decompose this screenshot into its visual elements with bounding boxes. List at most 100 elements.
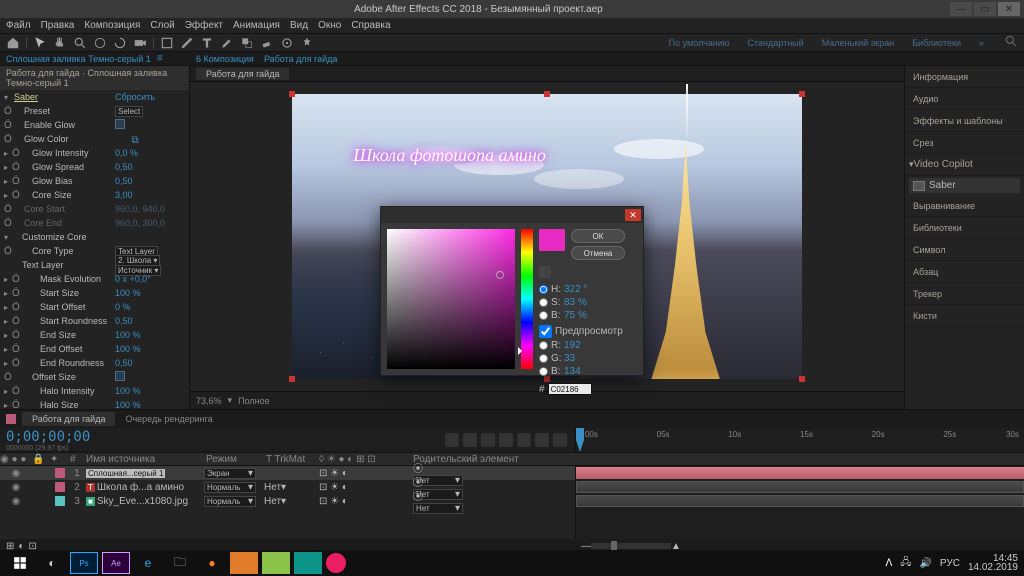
selection-tool-icon[interactable] <box>33 36 47 50</box>
end-offset-value[interactable]: 100 % <box>115 344 185 354</box>
zoom-tool-icon[interactable] <box>73 36 87 50</box>
task-orange-icon[interactable] <box>230 552 258 574</box>
track-bar[interactable] <box>576 495 1024 507</box>
shape-tool-icon[interactable] <box>160 36 174 50</box>
tray-lang[interactable]: РУС <box>940 558 960 569</box>
timeline-tab-renderqueue[interactable]: Очередь рендеринга <box>115 412 222 426</box>
task-pink-icon[interactable] <box>326 553 346 573</box>
transform-handle[interactable] <box>799 376 805 382</box>
menu-window[interactable]: Окно <box>318 20 341 31</box>
tl-shy-icon[interactable] <box>463 433 477 447</box>
track-bar[interactable] <box>576 467 1024 479</box>
menu-help[interactable]: Справка <box>351 20 390 31</box>
hue-slider[interactable] <box>521 229 533 369</box>
col-trkmat[interactable]: T TrkMat <box>264 454 319 465</box>
end-roundness-value[interactable]: 0,50 <box>115 358 185 368</box>
layer-color-tag[interactable] <box>55 468 65 478</box>
halo-size-value[interactable]: 100 % <box>115 400 185 409</box>
fx-reset-link[interactable]: Сбросить <box>115 92 185 102</box>
s-radio[interactable] <box>539 298 548 307</box>
roto-tool-icon[interactable] <box>280 36 294 50</box>
layer-name[interactable]: Сплошная...серый 1 <box>84 468 204 479</box>
panel-para[interactable]: Абзац <box>905 261 1024 283</box>
eyedropper-icon[interactable]: ⧉ <box>132 135 139 146</box>
layer-switches[interactable]: ⊡ ☀ ◐ <box>319 496 409 507</box>
blend-mode-select[interactable]: Нормаль▾ <box>204 482 256 493</box>
transform-handle[interactable] <box>799 91 805 97</box>
r-radio[interactable] <box>539 341 548 350</box>
steam-icon[interactable]: ◐ <box>38 552 66 574</box>
video-copilot-group[interactable]: ▾ Video Copilot <box>905 154 1024 176</box>
start-offset-value[interactable]: 0 % <box>115 302 185 312</box>
offset-size-checkbox[interactable] <box>115 371 125 381</box>
hex-input[interactable] <box>548 383 592 395</box>
panel-info[interactable]: Информация <box>905 66 1024 88</box>
transform-handle[interactable] <box>289 376 295 382</box>
bch-value[interactable]: 134 <box>564 366 581 377</box>
current-time-indicator[interactable] <box>576 428 584 452</box>
dialog-close-button[interactable]: ✕ <box>625 209 641 221</box>
blend-mode-select[interactable]: Экран▾ <box>204 468 256 479</box>
trkmat-select[interactable]: Нет▾ <box>264 482 286 493</box>
window-min-button[interactable]: — <box>950 2 972 16</box>
pen-tool-icon[interactable] <box>180 36 194 50</box>
visibility-toggle[interactable]: ◉ <box>0 468 32 479</box>
tl-framerate-icon[interactable] <box>481 433 495 447</box>
viewer-breadcrumb-tab[interactable]: Работа для гайда <box>196 68 289 80</box>
home-icon[interactable] <box>6 36 20 50</box>
viewer-comp-name[interactable]: Работа для гайда <box>264 54 337 64</box>
workspace-small[interactable]: Маленький экран <box>822 38 895 48</box>
orbit-tool-icon[interactable] <box>93 36 107 50</box>
menu-file[interactable]: Файл <box>6 20 31 31</box>
menu-effect[interactable]: Эффект <box>185 20 223 31</box>
s-value[interactable]: 83 % <box>564 297 587 308</box>
window-max-button[interactable]: ▭ <box>974 2 996 16</box>
color-indicator[interactable] <box>496 271 504 279</box>
preset-select[interactable]: Select <box>115 106 143 117</box>
b-radio[interactable] <box>539 311 548 320</box>
menu-edit[interactable]: Правка <box>41 20 75 31</box>
enable-glow-checkbox[interactable] <box>115 119 125 129</box>
h-value[interactable]: 322 ° <box>564 284 587 295</box>
color-field[interactable] <box>387 229 515 369</box>
transform-handle[interactable] <box>289 91 295 97</box>
workspace-default[interactable]: По умолчанию <box>669 38 730 48</box>
mask-evolution-value[interactable]: 0 x +0,0° <box>115 274 185 284</box>
tray-clock[interactable]: 14:4514.02.2019 <box>968 554 1018 572</box>
blend-mode-select[interactable]: Нормаль▾ <box>204 496 256 507</box>
effect-saber-item[interactable]: Saber <box>909 178 1020 193</box>
tl-marker-icon[interactable] <box>553 433 567 447</box>
cancel-button[interactable]: Отмена <box>571 246 625 260</box>
brush-tool-icon[interactable] <box>220 36 234 50</box>
panel-char[interactable]: Символ <box>905 239 1024 261</box>
eraser-tool-icon[interactable] <box>260 36 274 50</box>
panel-audio[interactable]: Аудио <box>905 88 1024 110</box>
workspace-more[interactable]: » <box>979 38 984 48</box>
panel-tracker[interactable]: Трекер <box>905 283 1024 305</box>
window-close-button[interactable]: ✕ <box>998 2 1020 16</box>
layer-color-tag[interactable] <box>55 496 65 506</box>
tray-network-icon[interactable]: 🖧 <box>900 555 911 572</box>
menu-layer[interactable]: Слой <box>150 20 174 31</box>
eyedropper-button[interactable] <box>539 266 551 278</box>
start-button[interactable] <box>6 552 34 574</box>
search-icon[interactable] <box>1004 34 1018 51</box>
clone-tool-icon[interactable] <box>240 36 254 50</box>
camera-tool-icon[interactable] <box>133 36 147 50</box>
visibility-toggle[interactable]: ◉ <box>0 496 32 507</box>
tl-snap-icon[interactable] <box>535 433 549 447</box>
ok-button[interactable]: ОК <box>571 229 625 243</box>
ie-icon[interactable]: e <box>134 552 162 574</box>
bch-radio[interactable] <box>539 367 548 376</box>
track-bar[interactable] <box>576 481 1024 493</box>
panel-slice[interactable]: Срез <box>905 132 1024 154</box>
trkmat-select[interactable]: Нет▾ <box>264 496 286 507</box>
tl-search-icon[interactable] <box>445 433 459 447</box>
halo-intensity-value[interactable]: 100 % <box>115 386 185 396</box>
tray-up-icon[interactable]: ᐱ <box>885 558 892 569</box>
glow-intensity-value[interactable]: 0,0 % <box>115 148 185 158</box>
panel-libs[interactable]: Библиотеки <box>905 217 1024 239</box>
task-green-icon[interactable] <box>262 552 290 574</box>
glow-spread-value[interactable]: 0,50 <box>115 162 185 172</box>
panel-brushes[interactable]: Кисти <box>905 305 1024 327</box>
